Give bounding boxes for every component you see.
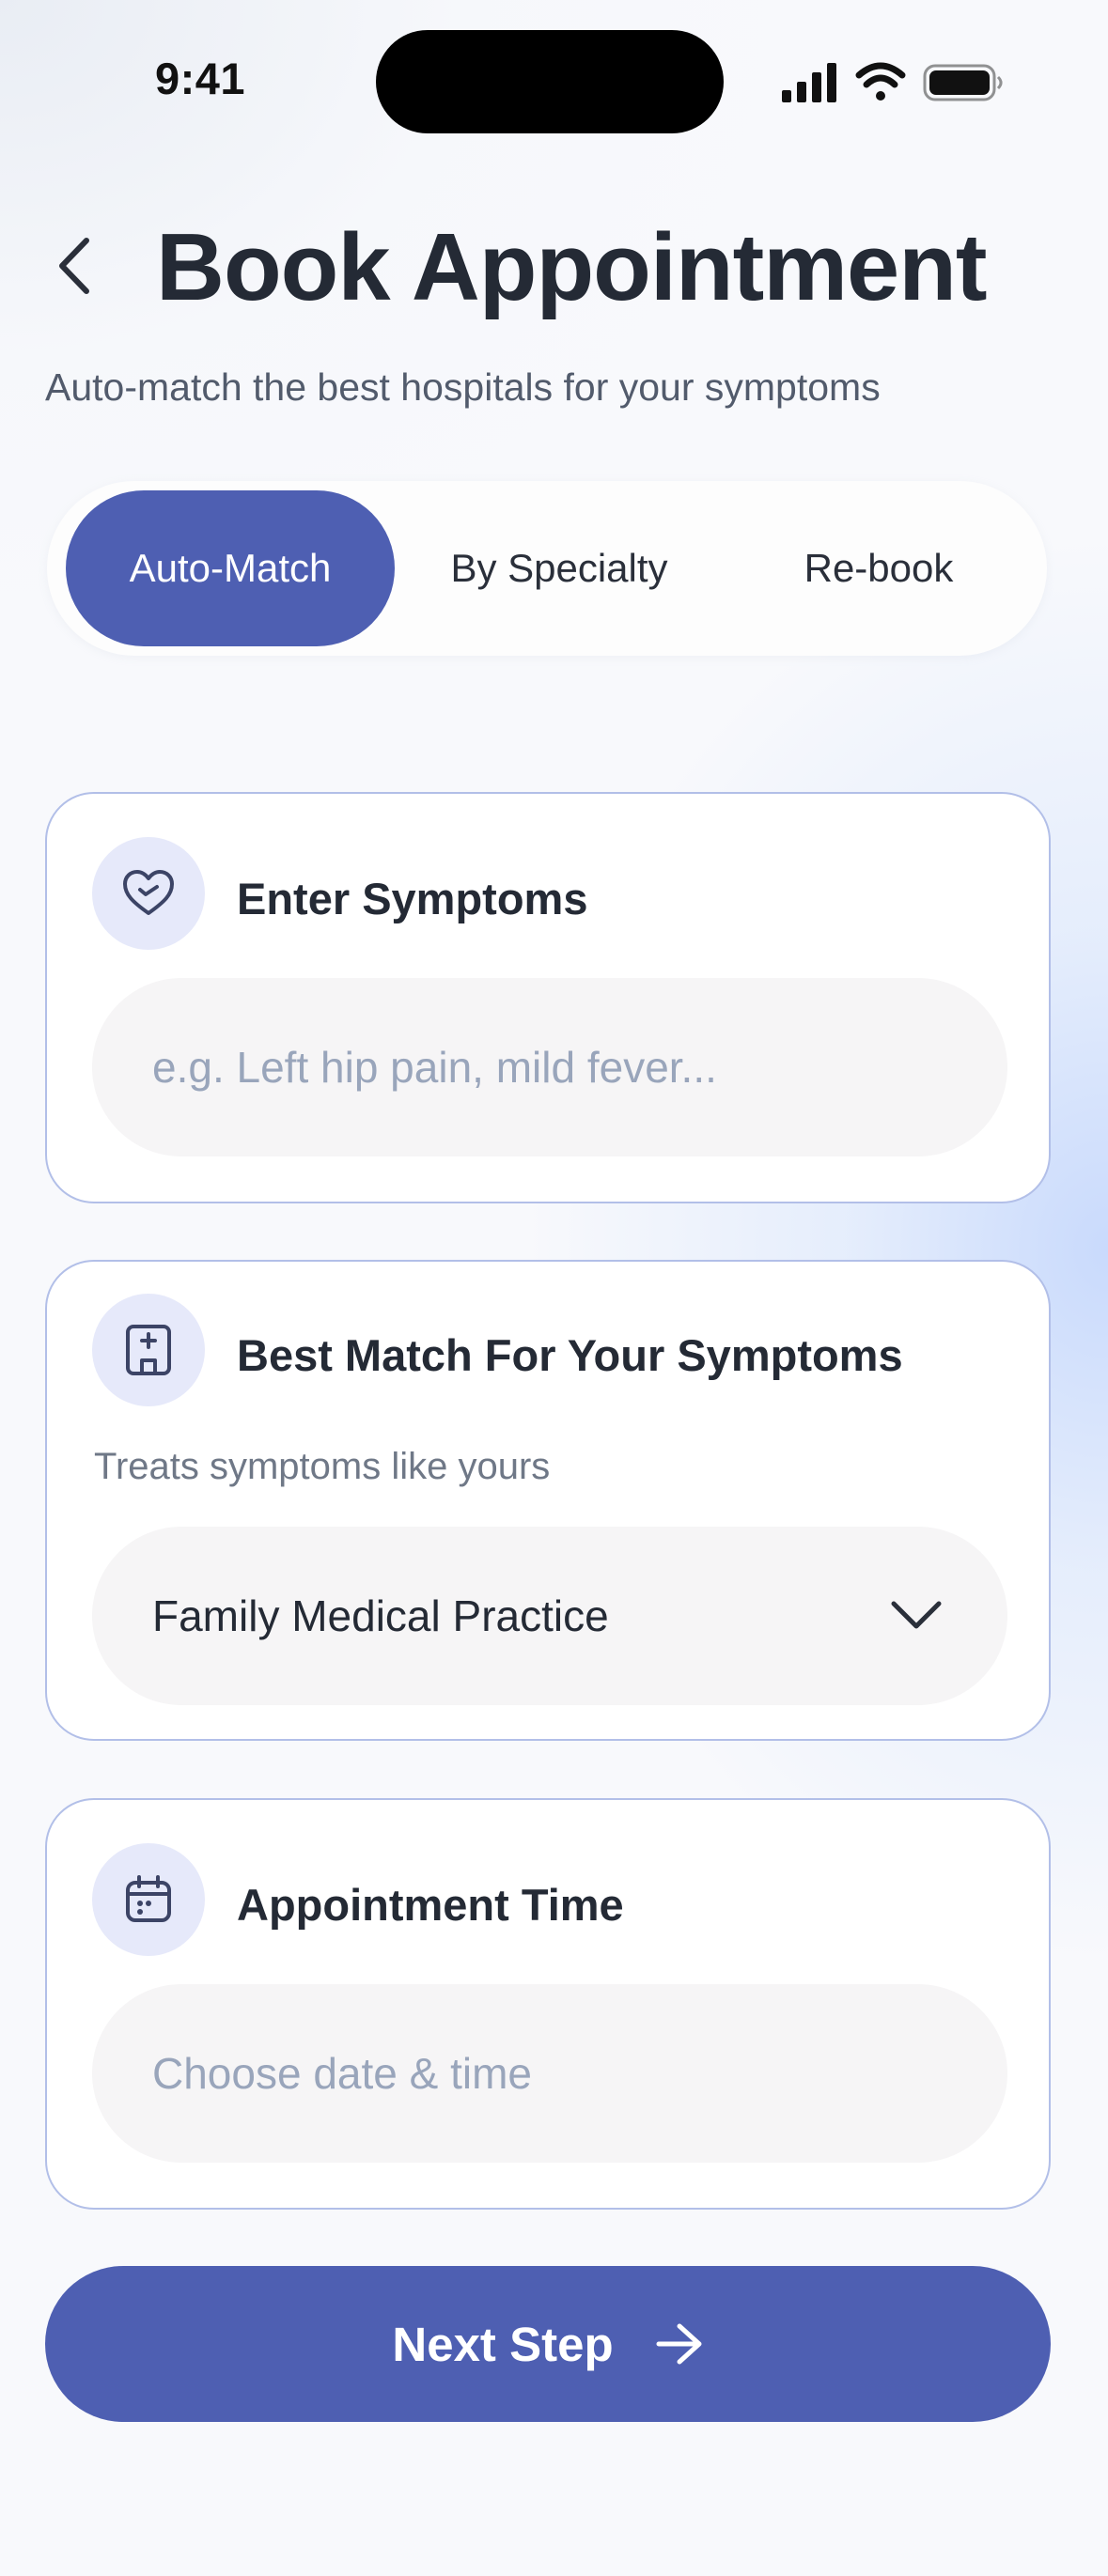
symptoms-input[interactable] xyxy=(92,978,1007,1156)
symptoms-icon-badge xyxy=(92,837,205,950)
hospital-select-value: Family Medical Practice xyxy=(152,1591,609,1640)
arrow-right-icon xyxy=(656,2323,702,2365)
page-title: Book Appointment xyxy=(156,215,988,320)
booking-mode-tabs: Auto-Match By Specialty Re-book xyxy=(47,481,1047,656)
best-match-title: Best Match For Your Symptoms xyxy=(237,1330,903,1380)
status-icons xyxy=(782,62,1007,103)
date-time-input[interactable] xyxy=(92,1984,1007,2163)
page-subtitle: Auto-match the best hospitals for your s… xyxy=(45,365,881,409)
appointment-time-card: Appointment Time xyxy=(45,1798,1051,2210)
symptoms-title: Enter Symptoms xyxy=(237,874,588,923)
wifi-icon xyxy=(855,62,906,101)
hospital-select[interactable]: Family Medical Practice xyxy=(92,1527,1007,1705)
battery-icon xyxy=(923,64,1003,101)
tab-by-specialty[interactable]: By Specialty xyxy=(404,490,714,646)
status-time: 9:41 xyxy=(155,54,246,103)
next-step-button[interactable]: Next Step xyxy=(45,2266,1051,2422)
calendar-icon xyxy=(126,1875,171,1922)
chevron-left-icon xyxy=(59,238,89,294)
appointment-icon-badge xyxy=(92,1843,205,1956)
symptoms-card: Enter Symptoms xyxy=(45,792,1051,1203)
status-bar: 9:41 xyxy=(0,0,1108,141)
chevron-down-icon xyxy=(891,1601,942,1629)
heart-hand-icon xyxy=(123,870,174,915)
next-step-label: Next Step xyxy=(392,2317,614,2371)
back-button[interactable] xyxy=(53,235,96,297)
cellular-signal-icon xyxy=(782,63,836,102)
best-match-note: Treats symptoms like yours xyxy=(94,1446,551,1487)
appointment-time-title: Appointment Time xyxy=(237,1880,624,1930)
hospital-icon xyxy=(126,1325,171,1375)
best-match-icon-badge xyxy=(92,1294,205,1406)
dynamic-island xyxy=(376,30,724,133)
tab-re-book[interactable]: Re-book xyxy=(724,490,1034,646)
tab-auto-match[interactable]: Auto-Match xyxy=(66,490,395,646)
best-match-card: Best Match For Your Symptoms Treats symp… xyxy=(45,1260,1051,1741)
